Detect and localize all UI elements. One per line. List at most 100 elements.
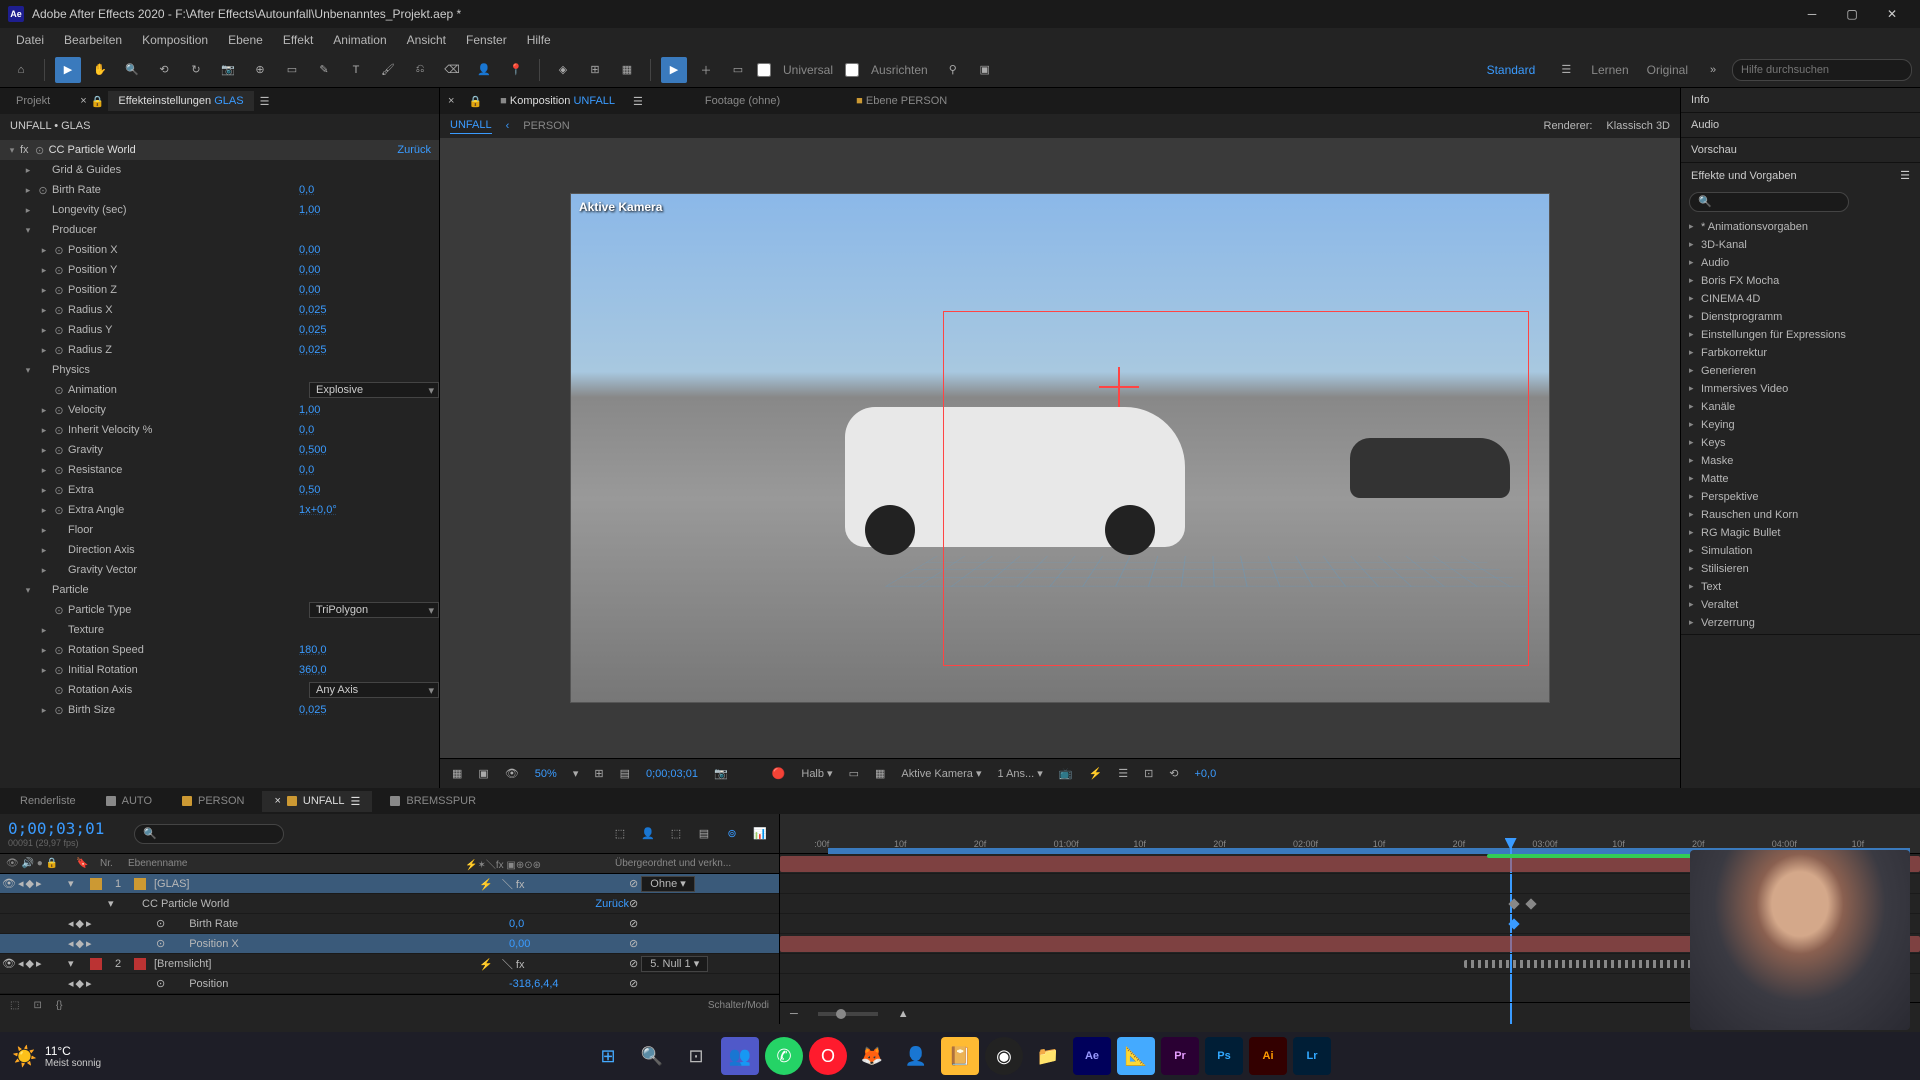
- layer-color[interactable]: [90, 878, 102, 890]
- property-row[interactable]: ▸⊙Position Z0,00: [0, 280, 439, 300]
- property-row[interactable]: ▾Producer: [0, 220, 439, 240]
- menu-komposition[interactable]: Komposition: [132, 29, 218, 51]
- anchor-tool-icon[interactable]: ⊕: [247, 57, 273, 83]
- layer-name[interactable]: [Bremslicht]: [150, 958, 479, 970]
- property-value[interactable]: 180,0: [299, 644, 439, 656]
- stopwatch-icon[interactable]: ⊙: [52, 383, 66, 397]
- lock-comp-icon[interactable]: 🔒: [468, 95, 482, 108]
- comp-mini-flowchart-icon[interactable]: ⬚: [609, 823, 631, 845]
- property-select[interactable]: Any Axis: [309, 682, 439, 698]
- stopwatch-icon[interactable]: ⊙: [52, 463, 66, 477]
- frame-blend-icon[interactable]: ▤: [693, 823, 715, 845]
- effect-category[interactable]: 3D-Kanal: [1681, 236, 1920, 254]
- effect-category[interactable]: Rauschen und Korn: [1681, 506, 1920, 524]
- effect-category[interactable]: Stilisieren: [1681, 560, 1920, 578]
- layer-color-label[interactable]: [134, 878, 146, 890]
- layer-name[interactable]: [GLAS]: [150, 878, 479, 890]
- property-row[interactable]: ▸Longevity (sec)1,00: [0, 200, 439, 220]
- property-row[interactable]: ▸⊙Birth Size0,025: [0, 700, 439, 720]
- stopwatch-icon[interactable]: ⊙: [52, 323, 66, 337]
- effect-category[interactable]: CINEMA 4D: [1681, 290, 1920, 308]
- effect-category[interactable]: Matte: [1681, 470, 1920, 488]
- panel-menu-icon[interactable]: ☰: [260, 95, 270, 108]
- stopwatch-icon[interactable]: ⊙: [52, 343, 66, 357]
- menu-fenster[interactable]: Fenster: [456, 29, 517, 51]
- panel-audio[interactable]: Audio: [1681, 113, 1920, 137]
- effect-category[interactable]: Keys: [1681, 434, 1920, 452]
- app-icon[interactable]: 👤: [897, 1037, 935, 1075]
- weather-widget[interactable]: ☀️ 11°C Meist sonnig: [12, 1044, 101, 1069]
- property-value[interactable]: -318,6,4,4: [509, 978, 629, 990]
- stopwatch-icon[interactable]: ⊙: [52, 243, 66, 257]
- property-row[interactable]: ▸⊙Extra Angle1x+0,0°: [0, 500, 439, 520]
- effect-tree[interactable]: ▾ fx ⊙ CC Particle World Zurück ▸Grid & …: [0, 138, 439, 788]
- property-value[interactable]: 0,0: [299, 184, 439, 196]
- help-search-input[interactable]: [1732, 59, 1912, 81]
- rect-tool-icon[interactable]: ▭: [279, 57, 305, 83]
- anchor-point-icon[interactable]: [1109, 377, 1129, 397]
- universal-checkbox[interactable]: [757, 63, 771, 77]
- property-row[interactable]: ▸Gravity Vector: [0, 560, 439, 580]
- menu-bearbeiten[interactable]: Bearbeiten: [54, 29, 132, 51]
- stopwatch-icon[interactable]: ⊙: [52, 443, 66, 457]
- tab-projekt[interactable]: Projekt: [6, 91, 60, 111]
- premiere-icon[interactable]: Pr: [1161, 1037, 1199, 1075]
- start-icon[interactable]: ⊞: [589, 1037, 627, 1075]
- rotate-tool-icon[interactable]: ↻: [183, 57, 209, 83]
- property-row[interactable]: ▸⊙Gravity0,500: [0, 440, 439, 460]
- stopwatch-icon[interactable]: ⊙: [52, 503, 66, 517]
- zoom-out-icon[interactable]: ─: [790, 1008, 798, 1020]
- orbit-tool-icon[interactable]: ⟲: [151, 57, 177, 83]
- comp-tab-menu-icon[interactable]: ☰: [633, 95, 643, 108]
- layer-color-label[interactable]: [134, 958, 146, 970]
- kf-nav-icon[interactable]: ◂: [68, 917, 74, 930]
- kf-nav-icon[interactable]: ◂: [68, 977, 74, 990]
- views-dropdown[interactable]: 1 Ans... ▾: [994, 767, 1047, 780]
- ausrichten-checkbox[interactable]: [845, 63, 859, 77]
- property-row[interactable]: ▸⊙Initial Rotation360,0: [0, 660, 439, 680]
- layer-color[interactable]: [90, 958, 102, 970]
- transparency-icon[interactable]: ▦: [871, 767, 889, 780]
- menu-datei[interactable]: Datei: [6, 29, 54, 51]
- grid-icon[interactable]: ⊞: [590, 767, 607, 780]
- property-value[interactable]: 0,0: [299, 464, 439, 476]
- timeline-property-row[interactable]: ◂◆▸⊙Birth Rate0,0⊘: [0, 914, 779, 934]
- effect-category[interactable]: Keying: [1681, 416, 1920, 434]
- app-icon[interactable]: 📐: [1117, 1037, 1155, 1075]
- roto-tool-icon[interactable]: 👤: [471, 57, 497, 83]
- property-value[interactable]: 0,500: [299, 444, 439, 456]
- resolution-dropdown[interactable]: Halb ▾: [797, 767, 836, 780]
- roi-icon[interactable]: ▭: [845, 767, 863, 780]
- expand-prop-icon[interactable]: ▾: [108, 897, 122, 910]
- stopwatch-icon[interactable]: ⊙: [36, 183, 50, 197]
- motion-blur-icon[interactable]: ⊚: [721, 823, 743, 845]
- property-value[interactable]: 0,00: [509, 938, 629, 950]
- stopwatch-icon[interactable]: ⊙: [52, 483, 66, 497]
- alpha-icon[interactable]: ▦: [448, 767, 466, 780]
- workspace-original[interactable]: Original: [1641, 63, 1694, 77]
- property-select[interactable]: Explosive: [309, 382, 439, 398]
- property-row[interactable]: ▸Direction Axis: [0, 540, 439, 560]
- minimize-button[interactable]: ─: [1792, 0, 1832, 28]
- pen-tool-icon[interactable]: ✎: [311, 57, 337, 83]
- effect-category[interactable]: Text: [1681, 578, 1920, 596]
- effect-category[interactable]: Einstellungen für Expressions: [1681, 326, 1920, 344]
- local-axis-icon[interactable]: ◈: [550, 57, 576, 83]
- timeline-layer-row[interactable]: 👁 ◂◆▸ ▾ 1 [GLAS] ⚡ ＼ fx ⊘ Ohne ▾: [0, 874, 779, 894]
- zoom-slider[interactable]: [818, 1012, 878, 1016]
- timeline-layer-row[interactable]: 👁 ◂◆▸ ▾ 2 [Bremslicht] ⚡ ＼ fx ⊘ 5. Null …: [0, 954, 779, 974]
- opera-icon[interactable]: O: [809, 1037, 847, 1075]
- property-row[interactable]: ▸⊙Position Y0,00: [0, 260, 439, 280]
- eraser-tool-icon[interactable]: ⌫: [439, 57, 465, 83]
- effect-category[interactable]: Dienstprogramm: [1681, 308, 1920, 326]
- kf-diamond-icon[interactable]: ◆: [76, 977, 84, 990]
- world-axis-icon[interactable]: ⊞: [582, 57, 608, 83]
- home-icon[interactable]: ⌂: [8, 57, 34, 83]
- property-row[interactable]: ▸⊙Resistance0,0: [0, 460, 439, 480]
- stopwatch-icon[interactable]: ⊙: [52, 603, 66, 617]
- effect-reset-link[interactable]: Zurück: [397, 144, 431, 156]
- tab-person[interactable]: PERSON: [170, 791, 256, 811]
- panel-effects-presets[interactable]: Effekte und Vorgaben☰: [1681, 163, 1920, 188]
- property-row[interactable]: ▸Texture: [0, 620, 439, 640]
- effect-name[interactable]: CC Particle World: [49, 144, 398, 156]
